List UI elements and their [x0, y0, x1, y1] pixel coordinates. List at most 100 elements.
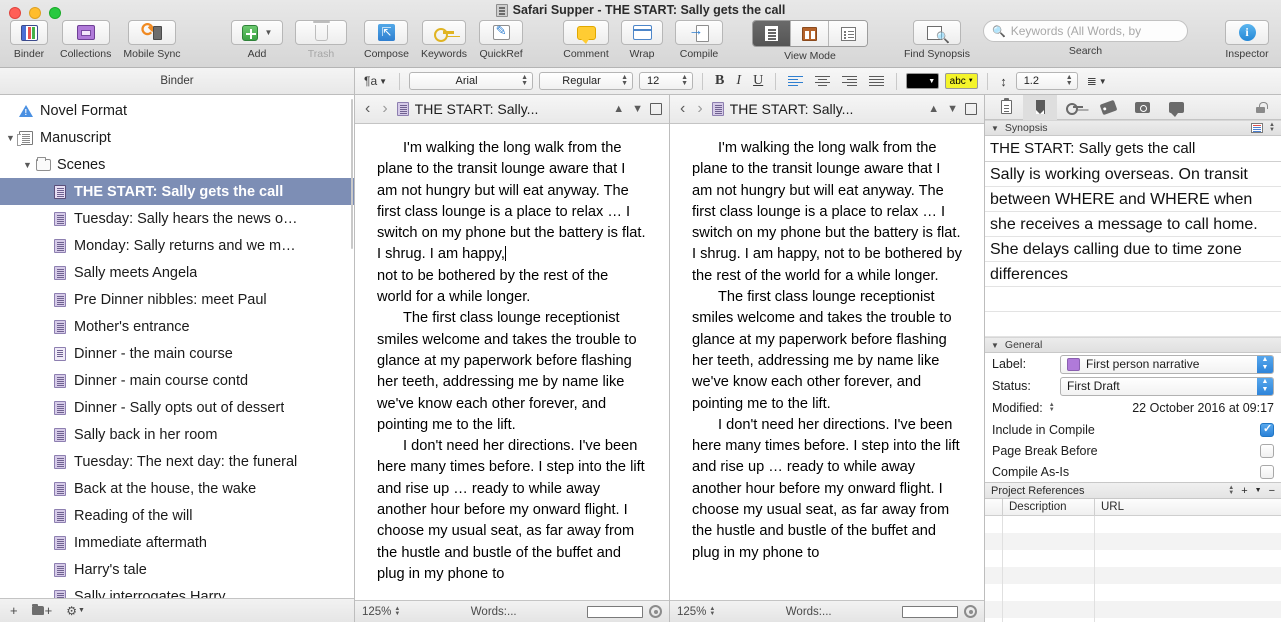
view-mode-segmented-control[interactable]	[752, 20, 868, 47]
split-editor-button[interactable]	[965, 103, 977, 115]
binder-settings-button[interactable]: ⚙ ▼	[66, 604, 85, 618]
binder-row[interactable]: ▼ Scenes	[0, 151, 354, 178]
chevron-down-icon[interactable]: ▼	[631, 103, 644, 115]
disclosure-triangle-icon[interactable]: ▼	[991, 341, 999, 350]
label-select[interactable]: First person narrative ▲ ▼	[1060, 354, 1274, 374]
editor-text-area[interactable]: I'm walking the long walk from the plane…	[355, 124, 669, 600]
toolbar-button-wrap[interactable]: Wrap	[615, 20, 669, 60]
inspector-tab-metadata[interactable]	[1091, 95, 1125, 120]
toolbar-button-add[interactable]: ▼ Add	[225, 20, 289, 60]
editor-forward-button[interactable]: ›	[379, 100, 390, 118]
binder-row[interactable]: Dinner - the main course	[0, 340, 354, 367]
binder-row[interactable]: Pre Dinner nibbles: meet Paul	[0, 286, 354, 313]
inspector-tab-snapshots[interactable]	[1125, 95, 1159, 120]
chevron-down-icon[interactable]: ▼	[946, 103, 959, 115]
binder-row[interactable]: Immediate aftermath	[0, 529, 354, 556]
reference-cell-description[interactable]	[1003, 550, 1095, 567]
reference-cell-url[interactable]	[1095, 550, 1281, 567]
word-target-button[interactable]	[964, 605, 977, 618]
paragraph-style-button[interactable]: ¶a ▼	[361, 74, 390, 88]
stepper-icon[interactable]: ▲ ▼	[1257, 355, 1273, 373]
add-reference-button[interactable]: +	[1241, 485, 1247, 497]
add-item-button[interactable]: +	[10, 603, 18, 618]
general-section-header[interactable]: ▼ General	[985, 337, 1281, 353]
status-select[interactable]: First Draft ▲ ▼	[1060, 376, 1274, 396]
disclosure-triangle-icon[interactable]: ▼	[991, 124, 999, 133]
editor-zoom-control[interactable]: 125% ▲ ▼	[362, 606, 400, 618]
synopsis-section-header[interactable]: ▼ Synopsis ▲ ▼	[985, 120, 1281, 136]
binder-row[interactable]: Tuesday: The next day: the funeral	[0, 448, 354, 475]
toolbar-button-mobile-sync[interactable]: Mobile Sync	[117, 19, 186, 60]
add-folder-button[interactable]: +	[31, 603, 52, 618]
toolbar-button-find-synopsis[interactable]: Find Synopsis	[898, 20, 976, 60]
toolbar-button-inspector[interactable]: i Inspector	[1219, 20, 1275, 60]
inspector-tab-notes[interactable]	[989, 95, 1023, 120]
reference-cell-description[interactable]	[1003, 567, 1095, 584]
binder-row[interactable]: THE START: Sally gets the call	[0, 178, 354, 205]
stepper-icon[interactable]: ▲ ▼	[1228, 485, 1234, 496]
align-center-button[interactable]	[812, 75, 833, 87]
include-in-compile-checkbox[interactable]	[1260, 422, 1274, 437]
project-references-header[interactable]: Project References ▲ ▼ + ▼ −	[985, 482, 1281, 499]
split-editor-button[interactable]	[650, 103, 662, 115]
reference-row[interactable]	[985, 618, 1281, 622]
binder-row[interactable]: Monday: Sally returns and we m…	[0, 232, 354, 259]
binder-row[interactable]: Dinner - Sally opts out of dessert	[0, 394, 354, 421]
remove-reference-button[interactable]: −	[1269, 485, 1275, 497]
reference-row[interactable]	[985, 567, 1281, 584]
reference-cell-description[interactable]	[1003, 533, 1095, 550]
synopsis-image-toggle-icon[interactable]	[1251, 123, 1264, 133]
reference-row[interactable]	[985, 601, 1281, 618]
toolbar-button-compile[interactable]: Compile	[669, 20, 729, 60]
editor-back-button[interactable]: ‹	[677, 100, 688, 118]
align-justify-button[interactable]	[866, 75, 887, 87]
word-target-button[interactable]	[649, 605, 662, 618]
editor-title[interactable]: THE START: Sally...	[711, 101, 922, 117]
disclosure-triangle-icon[interactable]: ▼	[4, 133, 17, 143]
view-mode-outliner[interactable]	[829, 21, 867, 46]
italic-button[interactable]: I	[733, 73, 744, 89]
disclosure-triangle-icon[interactable]: ▼	[21, 160, 34, 170]
list-button[interactable]: ≣ ▼	[1084, 74, 1110, 88]
editor-title[interactable]: THE START: Sally...	[396, 101, 607, 117]
binder-row[interactable]: Reading of the will	[0, 502, 354, 529]
compile-as-is-row[interactable]: Compile As-Is	[985, 461, 1281, 482]
align-right-button[interactable]	[839, 75, 860, 87]
font-family-select[interactable]: Arial ▲ ▼	[409, 72, 534, 90]
synopsis-title-field[interactable]: THE START: Sally gets the call	[985, 136, 1281, 162]
reference-cell-url[interactable]	[1095, 567, 1281, 584]
inspector-tabs[interactable]	[985, 94, 1281, 120]
view-mode-document[interactable]	[753, 21, 791, 46]
binder-scrollbar[interactable]	[350, 95, 354, 598]
binder-row[interactable]: Novel Format	[0, 97, 354, 124]
reference-row[interactable]	[985, 533, 1281, 550]
binder-row[interactable]: ▼ Manuscript	[0, 124, 354, 151]
binder-row[interactable]: Back at the house, the wake	[0, 475, 354, 502]
inspector-tab-keywords[interactable]	[1057, 95, 1091, 120]
binder-row[interactable]: Mother's entrance	[0, 313, 354, 340]
binder-row[interactable]: Dinner - main course contd	[0, 367, 354, 394]
highlight-color-well[interactable]: abc ▼	[945, 73, 979, 89]
font-size-select[interactable]: 12 ▲ ▼	[639, 72, 694, 90]
toolbar-button-collections[interactable]: Collections	[54, 20, 117, 60]
editor-forward-button[interactable]: ›	[694, 100, 705, 118]
reference-row[interactable]	[985, 584, 1281, 601]
inspector-tab-bookmarks[interactable]	[1023, 94, 1057, 120]
editor-back-button[interactable]: ‹	[362, 100, 373, 118]
chevron-up-icon[interactable]: ▲	[927, 103, 940, 115]
reference-row[interactable]	[985, 516, 1281, 533]
reference-cell-url[interactable]	[1095, 516, 1281, 533]
editor-zoom-control[interactable]: 125% ▲ ▼	[677, 606, 715, 618]
reference-cell-url[interactable]	[1095, 601, 1281, 618]
stepper-icon[interactable]: ▲ ▼	[1257, 377, 1273, 395]
page-break-before-checkbox[interactable]	[1260, 443, 1274, 458]
chevron-down-icon[interactable]: ▼	[1255, 487, 1262, 494]
toolbar-button-keywords[interactable]: Keywords	[415, 20, 473, 60]
synopsis-text-area[interactable]: Sally is working overseas. On transit be…	[985, 162, 1281, 337]
chevron-up-icon[interactable]: ▲	[612, 103, 625, 115]
toolbar-button-quickref[interactable]: QuickRef	[473, 20, 529, 60]
binder-row[interactable]: Tuesday: Sally hears the news o…	[0, 205, 354, 232]
line-spacing-select[interactable]: 1.2 ▲ ▼	[1015, 72, 1078, 90]
binder-row[interactable]: Sally meets Angela	[0, 259, 354, 286]
binder-row[interactable]: Sally back in her room	[0, 421, 354, 448]
